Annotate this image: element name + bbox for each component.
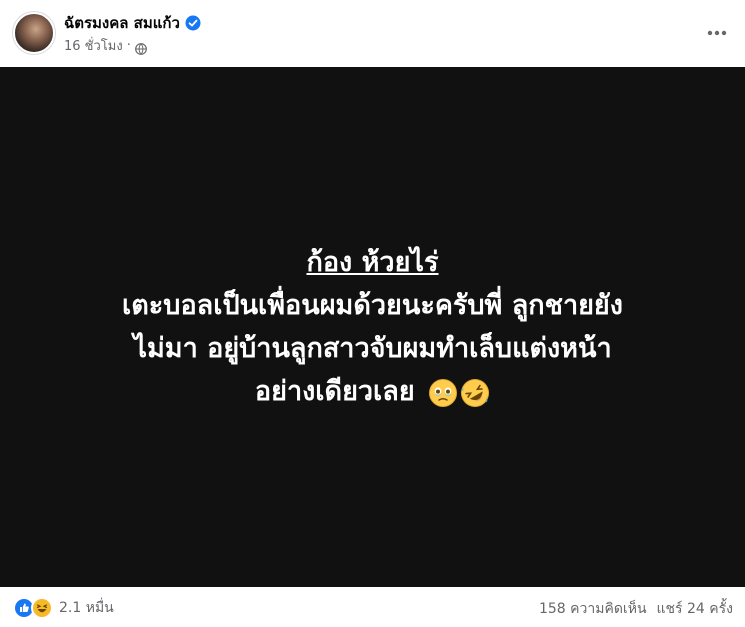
post-meta: 16 ชั่วโมง · [64, 35, 147, 56]
post-headline: ก้อง ห้วยไร่ [306, 247, 439, 278]
more-options-button[interactable] [701, 14, 733, 46]
post-text-line: เตะบอลเป็นเพื่อนผมด้วยนะครับพี่ ลูกชายยั… [122, 290, 623, 321]
post-text-line: ไม่มา อยู่บ้านลูกสาวจับผมทำเล็บแต่งหน้า [133, 333, 612, 364]
author-row: ฉัตรมงคล สมแก้ว [64, 11, 201, 35]
face-holding-back-tears-emoji [428, 378, 458, 408]
more-horizontal-icon [707, 21, 727, 40]
reaction-count[interactable]: 2.1 หมื่น [59, 597, 114, 619]
author-avatar[interactable] [13, 12, 55, 54]
post-timestamp[interactable]: 16 ชั่วโมง [64, 35, 123, 56]
post-text-card[interactable]: ก้อง ห้วยไร่ เตะบอลเป็นเพื่อนผมด้วยนะครั… [0, 67, 745, 587]
post-text-line-content: อย่างเดียวเลย [254, 376, 415, 407]
haha-icon [31, 597, 53, 619]
rolling-on-floor-laughing-emoji [460, 378, 490, 408]
engagement-stats: 158 ความคิดเห็น แชร์ 24 ครั้ง [539, 598, 733, 620]
separator-dot: · [126, 38, 131, 53]
reactions-summary[interactable]: 2.1 หมื่น [13, 597, 114, 619]
comments-count[interactable]: 158 ความคิดเห็น [539, 598, 647, 620]
author-name[interactable]: ฉัตรมงคล สมแก้ว [64, 11, 180, 35]
shares-count[interactable]: แชร์ 24 ครั้ง [657, 598, 733, 620]
emoji-group [428, 378, 490, 408]
globe-icon[interactable] [134, 40, 147, 55]
verified-badge-icon [185, 15, 201, 31]
post-header: ฉัตรมงคล สมแก้ว 16 ชั่วโมง · [0, 0, 745, 67]
post-footer: 2.1 หมื่น 158 ความคิดเห็น แชร์ 24 ครั้ง [0, 587, 745, 627]
post-text-line-last: อย่างเดียวเลย [255, 370, 490, 413]
